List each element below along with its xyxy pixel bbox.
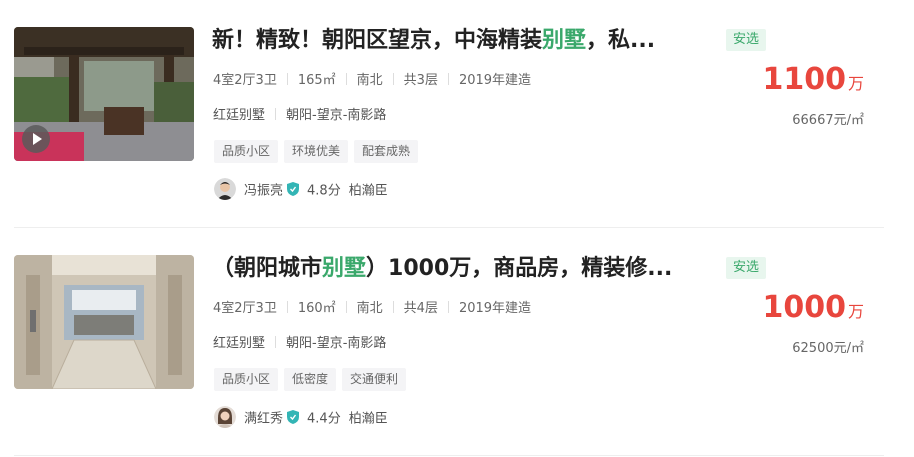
feature-tag: 品质小区 <box>214 368 279 391</box>
location-info: 红廷别墅 朝阳-望京-南影路 <box>213 104 386 123</box>
verified-shield-icon <box>287 182 300 196</box>
verified-shield-icon <box>287 410 300 424</box>
agent-score: 4.4分 <box>307 411 341 427</box>
room-layout: 4室2厅3卫 <box>213 301 277 316</box>
agency-name: 柏瀚臣 <box>348 411 388 427</box>
listing-title[interactable]: （朝阳城市别墅）1000万，商品房，精装修... <box>212 253 712 285</box>
feature-tag: 环境优美 <box>284 140 349 163</box>
agent-score: 4.8分 <box>307 183 341 199</box>
listing-photo[interactable] <box>14 255 194 389</box>
agent-avatar[interactable] <box>214 178 236 200</box>
video-play-icon[interactable] <box>22 125 50 153</box>
total-price: 1000 万 <box>762 290 864 325</box>
feature-tag: 配套成熟 <box>354 140 419 163</box>
divider <box>14 455 884 456</box>
room-layout: 4室2厅3卫 <box>213 73 277 88</box>
total-price: 1100 万 <box>762 62 864 97</box>
district-link[interactable]: 朝阳-望京-南影路 <box>286 336 386 351</box>
anxuan-badge: 安选 <box>726 29 766 51</box>
listing-title[interactable]: 新！精致！朝阳区望京，中海精装别墅，私... <box>212 25 712 57</box>
agent-info[interactable]: 满红秀 4.4分 柏瀚臣 <box>214 406 388 430</box>
title-highlight: 别墅 <box>322 256 367 281</box>
agent-avatar[interactable] <box>214 406 236 428</box>
title-highlight: 别墅 <box>542 28 587 53</box>
floor-count: 共4层 <box>403 301 438 316</box>
feature-tag: 交通便利 <box>342 368 407 391</box>
build-year: 2019年建造 <box>458 73 532 88</box>
house-info: 4室2厅3卫 160㎡ 南北 共4层 2019年建造 <box>213 297 531 316</box>
build-year: 2019年建造 <box>458 301 532 316</box>
listing-card[interactable]: 新！精致！朝阳区望京，中海精装别墅，私... 安选 4室2厅3卫 165㎡ 南北 共3… <box>0 0 914 228</box>
agency-name: 柏瀚臣 <box>348 183 388 199</box>
agent-name[interactable]: 冯振亮 <box>244 184 283 199</box>
agent-info[interactable]: 冯振亮 4.8分 柏瀚臣 <box>214 178 388 202</box>
orientation: 南北 <box>356 73 383 88</box>
district-link[interactable]: 朝阳-望京-南影路 <box>286 108 386 123</box>
floor-count: 共3层 <box>403 73 438 88</box>
orientation: 南北 <box>356 301 383 316</box>
floor-area: 165㎡ <box>297 73 336 88</box>
agent-name[interactable]: 满红秀 <box>244 412 283 427</box>
community-link[interactable]: 红廷别墅 <box>213 336 265 351</box>
feature-tags: 品质小区 低密度 交通便利 <box>214 368 412 391</box>
feature-tag: 低密度 <box>284 368 337 391</box>
villa-interior-photo <box>14 255 194 389</box>
listing-photo[interactable] <box>14 27 194 161</box>
anxuan-badge: 安选 <box>726 257 766 279</box>
listing-card[interactable]: （朝阳城市别墅）1000万，商品房，精装修... 安选 4室2厅3卫 160㎡ 南北… <box>0 228 914 456</box>
house-info: 4室2厅3卫 165㎡ 南北 共3层 2019年建造 <box>213 69 531 88</box>
community-link[interactable]: 红廷别墅 <box>213 108 265 123</box>
floor-area: 160㎡ <box>297 301 336 316</box>
feature-tag: 品质小区 <box>214 140 279 163</box>
feature-tags: 品质小区 环境优美 配套成熟 <box>214 140 424 163</box>
unit-price: 66667元/㎡ <box>792 113 864 128</box>
unit-price: 62500元/㎡ <box>792 341 864 356</box>
location-info: 红廷别墅 朝阳-望京-南影路 <box>213 332 386 351</box>
